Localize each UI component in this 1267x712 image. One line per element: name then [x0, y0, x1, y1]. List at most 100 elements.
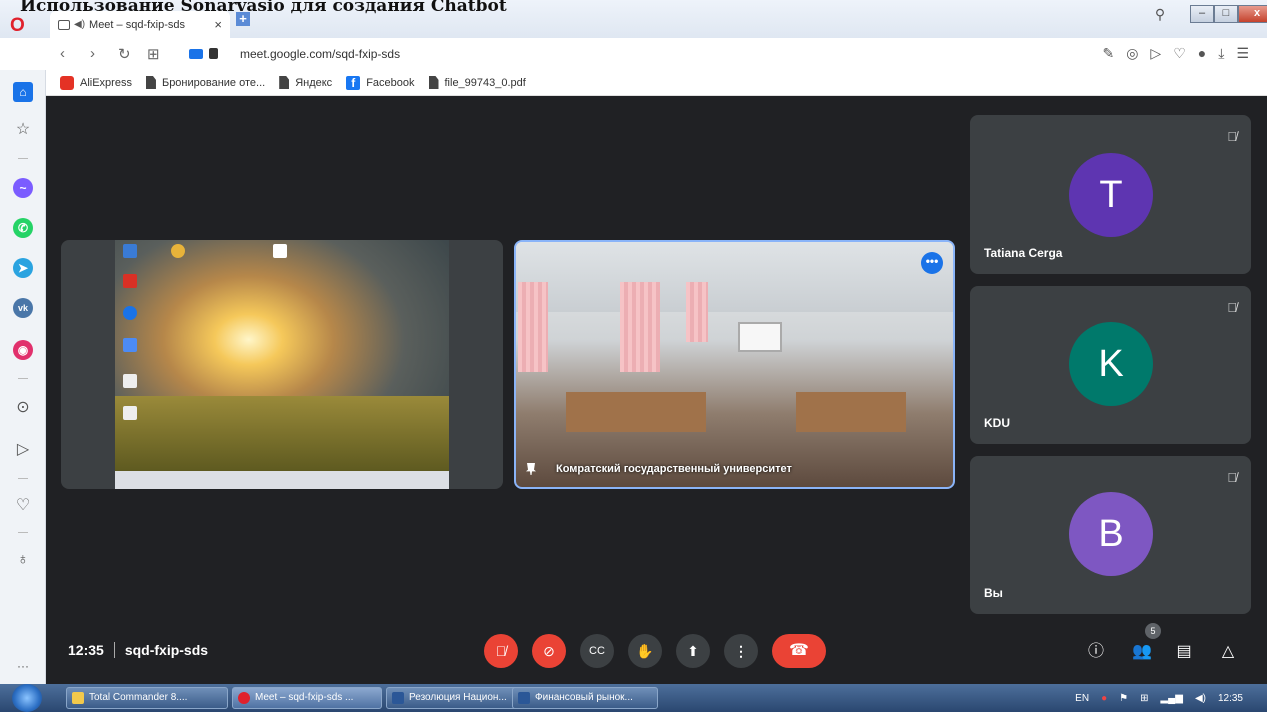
word-icon — [518, 692, 530, 704]
screen: Использование Sonarvasio для создания Ch… — [0, 0, 1267, 712]
camera-toggle-button[interactable]: ⊘ — [532, 634, 566, 668]
player-icon[interactable]: ⊙ — [13, 398, 33, 418]
camera-participant-name: Комратский государственный университет — [556, 463, 792, 475]
vk-icon[interactable]: vk — [13, 298, 33, 318]
tabs-grid-icon[interactable]: ⊞ — [147, 45, 160, 63]
back-icon[interactable]: ‹ — [60, 45, 65, 62]
sidebar-separator — [18, 158, 28, 159]
desktop-app-icon — [123, 306, 137, 320]
account-icon[interactable]: ● — [1198, 45, 1206, 62]
favorites-heart-icon[interactable]: ♡ — [13, 496, 33, 516]
lock-icon[interactable] — [209, 48, 218, 59]
search-icon[interactable]: ⚲ — [1146, 6, 1174, 26]
tips-bulb-icon[interactable]: ♁ — [13, 550, 33, 570]
heart-icon[interactable]: ♡ — [1173, 45, 1186, 62]
desktop-pdf-icon — [123, 274, 137, 288]
activities-button[interactable]: △ — [1216, 640, 1240, 664]
bookmark-label: AliExpress — [80, 76, 132, 89]
minimize-button[interactable]: – — [1190, 5, 1214, 23]
hang-up-icon: ☎ — [789, 642, 809, 659]
bookmark-hotel-booking[interactable]: Бронирование оте... — [145, 76, 265, 89]
snapshot-edit-icon[interactable]: ✎ — [1102, 45, 1114, 62]
camera-icon[interactable] — [189, 49, 203, 59]
raise-hand-button[interactable]: ✋ — [628, 634, 662, 668]
chat-button[interactable]: ▤ — [1172, 640, 1196, 664]
maximize-button[interactable]: □ — [1214, 5, 1238, 23]
leave-call-button[interactable]: ☎ — [772, 634, 826, 668]
desktop-wallpaper-field — [115, 396, 449, 471]
present-button[interactable]: ⬆ — [676, 634, 710, 668]
meet-stage: ••• Комратский государственный университ… — [46, 96, 1267, 684]
sound-icon[interactable]: ◀) — [74, 19, 85, 30]
desktop-doc-icon — [123, 374, 137, 388]
browser-tab-meet[interactable]: ◀) Meet – sqd-fxip-sds × — [50, 11, 230, 38]
messenger-icon[interactable]: ~ — [13, 178, 33, 198]
classroom-window — [518, 282, 548, 372]
sidebar-separator — [18, 532, 28, 533]
tab-icon — [58, 19, 70, 30]
flow-send-icon[interactable]: ▷ — [13, 440, 33, 460]
tray-flag-icon[interactable]: ⚑ — [1119, 693, 1128, 704]
camera-tile[interactable]: ••• Комратский государственный университ… — [514, 240, 955, 489]
bookmark-pdf[interactable]: file_99743_0.pdf — [428, 76, 526, 89]
windows-taskbar: Total Commander 8.... Meet – sqd-fxip-sd… — [0, 684, 1267, 712]
chat-icon: ▤ — [1176, 643, 1192, 660]
volume-icon[interactable]: ◀) — [1195, 693, 1206, 704]
pin-icon[interactable] — [526, 463, 536, 475]
home-icon[interactable]: ⌂ — [13, 82, 33, 102]
sidebar-more-icon[interactable]: ··· — [13, 656, 33, 676]
telegram-icon[interactable]: ➤ — [13, 258, 33, 278]
document-icon — [279, 76, 290, 89]
close-tab-icon[interactable]: × — [214, 17, 222, 32]
opera-menu-button[interactable]: O — [10, 16, 30, 36]
opera-icon — [238, 692, 250, 704]
close-window-button[interactable]: x — [1238, 5, 1267, 23]
language-indicator[interactable]: EN — [1075, 693, 1089, 704]
more-options-button[interactable]: ••• — [921, 252, 943, 274]
tray-app-icon[interactable]: ● — [1101, 693, 1107, 704]
download-icon[interactable]: ⤓ — [1218, 45, 1224, 62]
meeting-details-button[interactable]: ⓘ — [1084, 640, 1108, 664]
document-icon — [145, 76, 156, 89]
tray-network-icon[interactable]: ⊞ — [1140, 693, 1148, 704]
participant-tile[interactable]: 🎙̸ K KDU — [970, 286, 1251, 444]
shared-taskbar — [115, 471, 449, 489]
speed-dial-star-icon[interactable]: ☆ — [13, 120, 33, 140]
bookmark-facebook[interactable]: f Facebook — [346, 75, 415, 90]
camera-snapshot-icon[interactable]: ◎ — [1126, 45, 1138, 62]
participant-tile[interactable]: 🎙̸ В Вы — [970, 456, 1251, 614]
reload-icon[interactable]: ↻ — [118, 45, 131, 63]
people-button[interactable]: 👥 — [1130, 640, 1154, 664]
captions-icon: CC — [589, 645, 605, 657]
screen-share-tile[interactable] — [61, 240, 503, 489]
start-button[interactable] — [12, 684, 42, 712]
desktop-chrome-icon — [171, 244, 185, 258]
whatsapp-icon[interactable]: ✆ — [13, 218, 33, 238]
taskbar-item-label: Total Commander 8.... — [89, 692, 188, 703]
bookmark-yandex[interactable]: Яндекс — [279, 76, 332, 89]
send-icon[interactable]: ▷ — [1150, 45, 1161, 62]
captions-button[interactable]: CC — [580, 634, 614, 668]
new-tab-button[interactable]: + — [236, 12, 250, 26]
taskbar-item-meet[interactable]: Meet – sqd-fxip-sds ... — [232, 687, 382, 709]
taskbar-item-total-commander[interactable]: Total Commander 8.... — [66, 687, 228, 709]
easy-setup-icon[interactable]: ☰ — [1236, 45, 1249, 62]
classroom-table — [796, 392, 906, 432]
clock[interactable]: 12:35 — [1218, 693, 1243, 704]
bookmarks-bar: AliExpress Бронирование оте... Яндекс f … — [0, 70, 1267, 96]
participant-tile[interactable]: 🎙̸ T Tatiana Cerga — [970, 115, 1251, 274]
more-actions-button[interactable]: ⋮ — [724, 634, 758, 668]
bookmark-aliexpress[interactable]: AliExpress — [60, 75, 132, 90]
taskbar-item-word-resolution[interactable]: Резолюция Национ... — [386, 687, 532, 709]
signal-icon[interactable]: ▂▄▆ — [1160, 693, 1182, 704]
meeting-time: 12:35 — [68, 642, 104, 658]
url-field[interactable]: meet.google.com/sqd-fxip-sds — [240, 47, 400, 61]
forward-icon[interactable]: › — [90, 45, 95, 62]
address-bar-actions: ✎ ◎ ▷ ♡ ● ⤓ ☰ — [1102, 45, 1249, 62]
meet-control-bar: 12:35 sqd-fxip-sds 🎙̸ ⊘ CC ✋ ⬆ ⋮ ☎ ⓘ 👥 5… — [46, 620, 1267, 684]
mic-toggle-button[interactable]: 🎙̸ — [484, 634, 518, 668]
bookmark-label: file_99743_0.pdf — [444, 76, 526, 89]
taskbar-item-label: Финансовый рынок... — [535, 692, 633, 703]
instagram-icon[interactable]: ◉ — [13, 340, 33, 360]
taskbar-item-word-financial[interactable]: Финансовый рынок... — [512, 687, 658, 709]
